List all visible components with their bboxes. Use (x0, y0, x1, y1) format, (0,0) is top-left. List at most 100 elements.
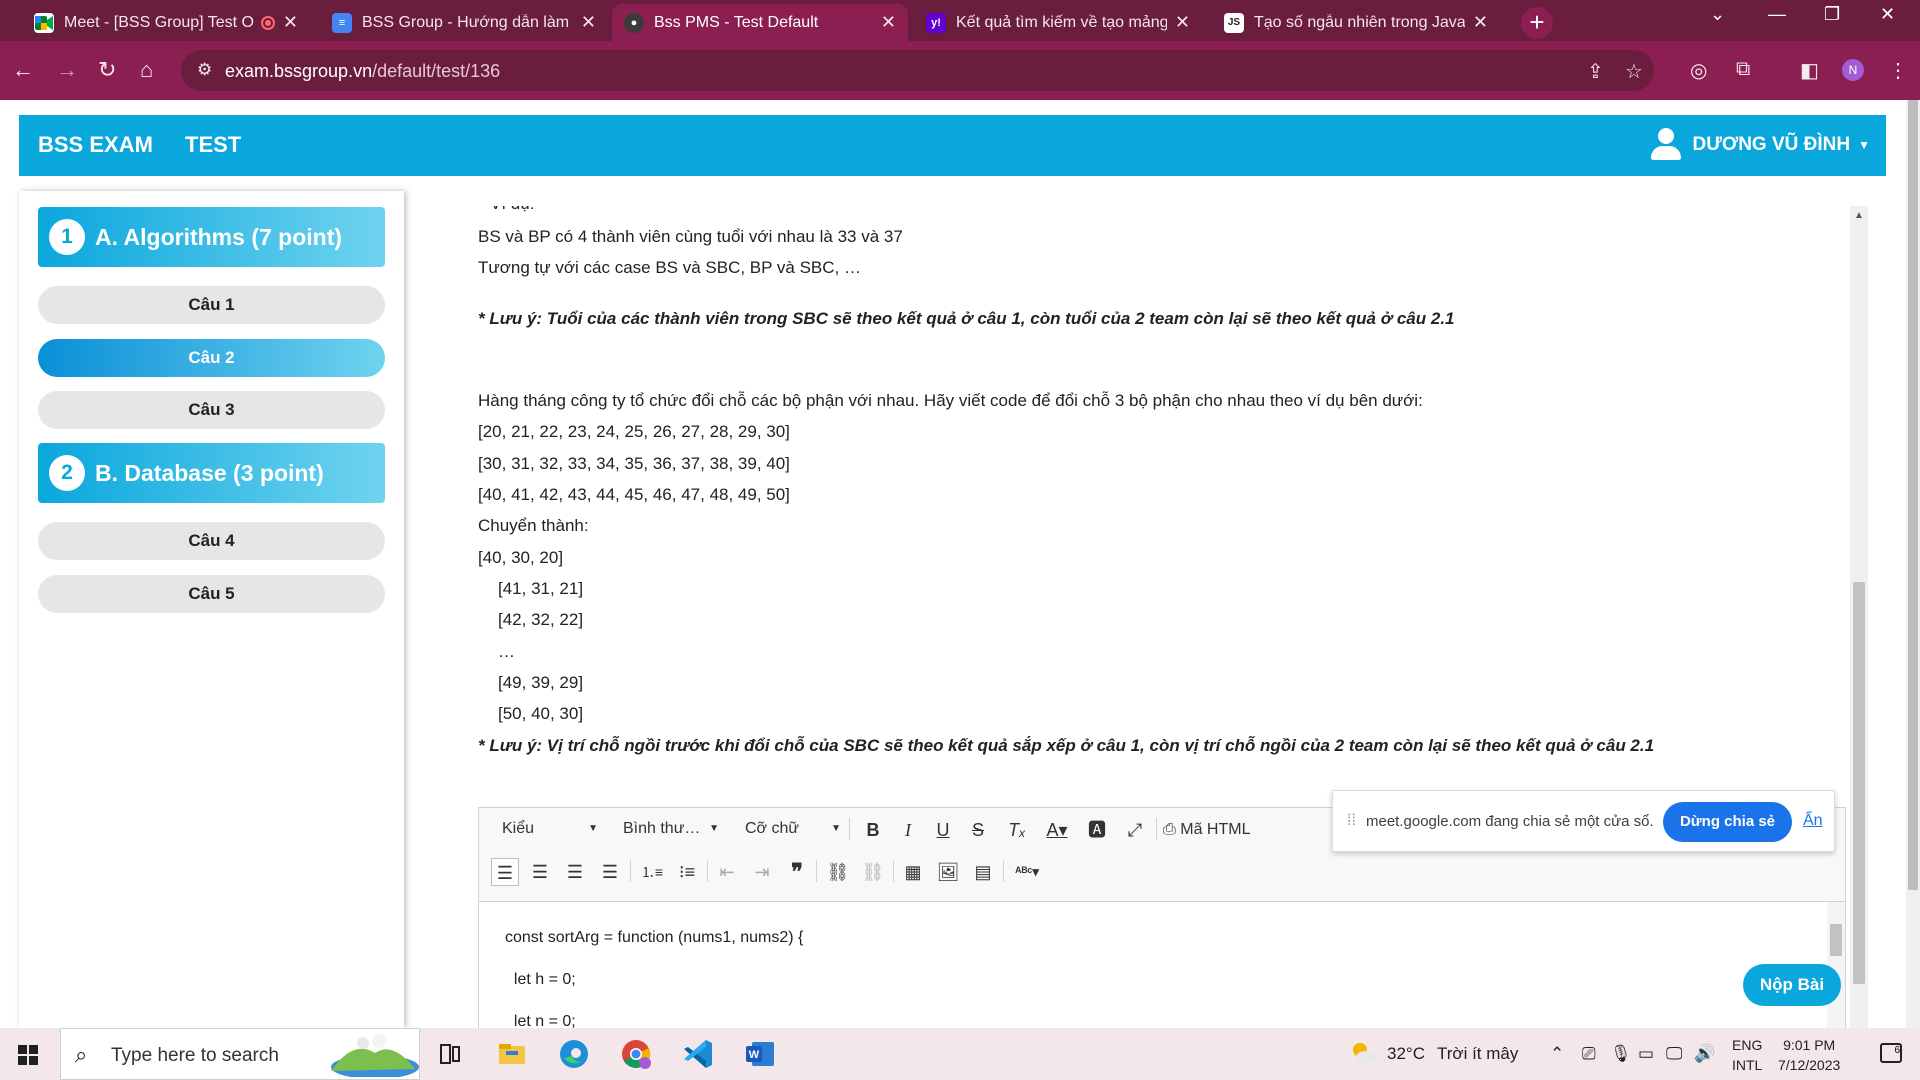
close-window-icon[interactable]: ✕ (1880, 4, 1895, 25)
weather-description[interactable]: Trời ít mây (1437, 1044, 1518, 1064)
editor-text-area[interactable]: const sortArg = function (nums1, nums2) … (479, 901, 1845, 1028)
scrollbar-thumb[interactable] (1853, 582, 1865, 984)
content-scrollbar[interactable]: ▲ (1850, 206, 1868, 1028)
close-tab-icon[interactable]: ✕ (283, 12, 298, 33)
bookmark-star-icon[interactable]: ☆ (1625, 59, 1643, 84)
question-button-5[interactable]: Câu 5 (38, 575, 385, 613)
browser-scrollbar[interactable] (1906, 100, 1920, 1028)
tab-bss-pms[interactable]: ● Bss PMS - Test Default ✕ (612, 4, 908, 41)
system-clock[interactable]: 9:01 PM 7/12/2023 (1778, 1035, 1840, 1075)
nav-test-link[interactable]: TEST (185, 132, 241, 158)
question-line: [40, 41, 42, 43, 44, 45, 46, 47, 48, 49,… (478, 485, 790, 504)
address-bar[interactable]: ⚙ exam.bssgroup.vn/default/test/136 ⇪ ☆ (181, 50, 1654, 91)
question-button-3[interactable]: Câu 3 (38, 391, 385, 429)
close-tab-icon[interactable]: ✕ (1473, 12, 1488, 33)
meet-tray-icon[interactable]: ⎚ (1582, 1044, 1596, 1064)
profile-avatar[interactable]: N (1842, 59, 1864, 81)
close-tab-icon[interactable]: ✕ (881, 12, 896, 33)
edge-icon[interactable] (556, 1036, 592, 1072)
battery-icon[interactable]: ▭ (1638, 1044, 1654, 1064)
notification-center-icon[interactable]: 6 (1880, 1043, 1902, 1063)
tab-js-random[interactable]: JS Tạo số ngẫu nhiên trong JavaScript ✕ (1212, 4, 1500, 41)
format-dropdown[interactable]: Bình thư… ▼ (623, 815, 719, 843)
blockquote-icon[interactable]: ❞ (783, 858, 811, 886)
forward-arrow-icon[interactable]: → (56, 57, 78, 83)
taskbar-search-box[interactable]: ⌕ Type here to search (60, 1028, 420, 1080)
weather-icon[interactable] (1348, 1038, 1378, 1068)
hide-banner-link[interactable]: Ẩn (1803, 812, 1823, 830)
close-tab-icon[interactable]: ✕ (1175, 12, 1190, 33)
question-button-1[interactable]: Câu 1 (38, 286, 385, 324)
font-size-dropdown[interactable]: Cỡ chữ ▼ (745, 815, 841, 843)
link-icon[interactable]: ⛓ (824, 858, 852, 886)
new-tab-button[interactable]: + (1521, 7, 1553, 39)
spellcheck-icon[interactable]: ᴬᴮᶜ▾ (1009, 858, 1045, 886)
windows-start-icon[interactable] (18, 1045, 38, 1065)
italic-icon[interactable]: I (894, 816, 922, 844)
strikethrough-icon[interactable]: S (964, 816, 992, 844)
tab-meet[interactable]: Meet - [BSS Group] Test On ✕ (22, 4, 310, 41)
clear-format-icon[interactable]: Tₓ (1003, 816, 1031, 844)
brand-logo[interactable]: BSS EXAM (38, 132, 153, 158)
align-right-icon[interactable]: ☰ (561, 858, 589, 886)
task-view-icon[interactable] (432, 1036, 468, 1072)
menu-dots-icon[interactable]: ⋮ (1888, 58, 1908, 83)
weather-temperature[interactable]: 32°C (1387, 1044, 1425, 1064)
tray-chevron-up-icon[interactable]: ⌃ (1550, 1044, 1564, 1064)
microphone-icon[interactable]: 🎙 (1610, 1044, 1632, 1064)
vscode-icon[interactable] (680, 1036, 716, 1072)
question-button-4[interactable]: Câu 4 (38, 522, 385, 560)
section-database[interactable]: 2 B. Database (3 point) (38, 443, 385, 503)
close-tab-icon[interactable]: ✕ (581, 12, 596, 33)
word-icon[interactable]: W (742, 1036, 778, 1072)
scrollbar-thumb[interactable] (1908, 100, 1918, 890)
drag-handle-icon[interactable]: ⁞⁞ (1347, 812, 1356, 830)
share-icon[interactable]: ⇪ (1587, 59, 1604, 84)
numbered-list-icon[interactable]: ⒈≡ (638, 858, 666, 886)
extensions-icon[interactable]: ⧉ (1736, 58, 1750, 81)
align-left-icon[interactable]: ☰ (491, 858, 519, 886)
insert-table-icon[interactable]: ▦ (899, 858, 927, 886)
input-language[interactable]: ENG INTL (1732, 1035, 1762, 1075)
side-panel-icon[interactable]: ◧ (1800, 58, 1819, 83)
section-number: 1 (49, 219, 85, 255)
editor-scrollbar[interactable] (1827, 902, 1845, 1028)
volume-icon[interactable]: 🔊 (1694, 1044, 1715, 1064)
chrome-icon[interactable] (618, 1036, 654, 1072)
submit-button[interactable]: Nộp Bài (1743, 964, 1841, 1006)
file-explorer-icon[interactable] (494, 1036, 530, 1072)
horizontal-line-icon[interactable]: ▤ (969, 858, 997, 886)
indent-icon[interactable]: ⇥ (748, 858, 776, 886)
home-icon[interactable]: ⌂ (140, 57, 153, 83)
section-algorithms[interactable]: 1 A. Algorithms (7 point) (38, 207, 385, 267)
align-center-icon[interactable]: ☰ (526, 858, 554, 886)
align-justify-icon[interactable]: ☰ (596, 858, 624, 886)
question-button-2[interactable]: Câu 2 (38, 339, 385, 377)
stop-sharing-button[interactable]: Dừng chia sẻ (1663, 802, 1792, 842)
background-color-icon[interactable]: 🅰 (1083, 816, 1111, 844)
back-arrow-icon[interactable]: ← (12, 57, 34, 83)
network-icon[interactable]: 🖵 (1666, 1044, 1682, 1064)
outdent-icon[interactable]: ⇤ (713, 858, 741, 886)
site-info-icon[interactable]: ⚙ (197, 60, 212, 80)
maximize-icon[interactable]: ⤢ (1121, 816, 1149, 844)
minimize-icon[interactable]: — (1768, 4, 1786, 25)
underline-icon[interactable]: U (929, 816, 957, 844)
toolbar-divider (816, 860, 817, 882)
tab-search-chevron-icon[interactable]: ⌄ (1710, 4, 1725, 25)
user-menu[interactable]: DƯƠNG VŨ ĐÌNH ▼ (1650, 127, 1870, 163)
scrollbar-thumb[interactable] (1830, 924, 1842, 956)
insert-image-icon[interactable]: 🖼 (934, 858, 962, 886)
tab-google-docs[interactable]: ≡ BSS Group - Hướng dẫn làm test ✕ (320, 4, 608, 41)
scroll-up-arrow-icon[interactable]: ▲ (1854, 210, 1864, 221)
restore-icon[interactable]: ❐ (1824, 4, 1840, 25)
tab-yahoo-search[interactable]: y! Kết quả tìm kiếm về tạo mảng ngẫu ✕ (914, 4, 1202, 41)
performance-icon[interactable]: ◎ (1690, 58, 1707, 83)
unlink-icon[interactable]: ⛓ (859, 858, 887, 886)
bullet-list-icon[interactable]: ⁝≡ (673, 858, 701, 886)
style-dropdown[interactable]: Kiểu ▼ (502, 815, 598, 843)
bold-icon[interactable]: B (859, 816, 887, 844)
source-html-button[interactable]: ⎙ Mã HTML (1163, 816, 1273, 844)
text-color-icon[interactable]: A▾ (1043, 816, 1071, 844)
reload-icon[interactable]: ↻ (98, 57, 116, 83)
